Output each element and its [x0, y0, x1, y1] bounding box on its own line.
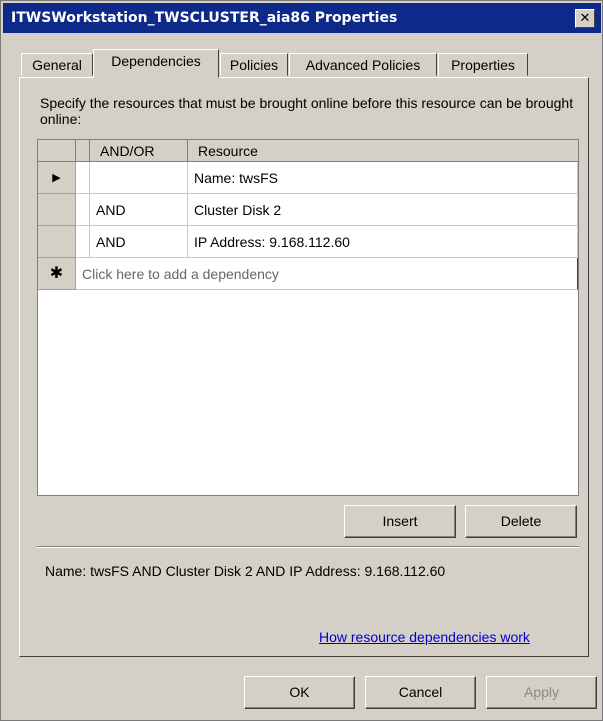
new-row-icon: ✱	[49, 265, 64, 282]
apply-button[interactable]: Apply	[486, 676, 597, 709]
dependencies-grid[interactable]: AND/OR Resource ▶ Name: twsFS AND Cluste…	[37, 139, 579, 496]
separator	[37, 546, 579, 548]
ok-button[interactable]: OK	[244, 676, 355, 709]
dependency-expression: Name: twsFS AND Cluster Disk 2 AND IP Ad…	[45, 563, 446, 579]
tab-properties[interactable]: Properties	[438, 53, 528, 76]
row-spacer	[76, 226, 90, 258]
row-selector[interactable]	[38, 194, 76, 226]
header-spacer	[76, 140, 90, 162]
andor-cell[interactable]: AND	[90, 194, 188, 226]
row-selector[interactable]	[38, 226, 76, 258]
title-bar: ITWSWorkstation_TWSCLUSTER_aia86 Propert…	[3, 3, 601, 33]
row-spacer	[76, 162, 90, 194]
tab-dependencies[interactable]: Dependencies	[93, 49, 219, 78]
row-selector[interactable]: ▶	[38, 162, 76, 194]
apply-button-label: Apply	[523, 684, 560, 700]
delete-button[interactable]: Delete	[465, 505, 577, 538]
resource-cell[interactable]: Name: twsFS	[188, 162, 578, 194]
tab-advanced-policies[interactable]: Advanced Policies	[289, 53, 437, 76]
header-andor[interactable]: AND/OR	[90, 140, 188, 162]
close-icon: ✕	[579, 11, 591, 26]
close-button[interactable]: ✕	[575, 9, 595, 28]
help-link[interactable]: How resource dependencies work	[319, 629, 530, 645]
ok-button-label: OK	[289, 684, 310, 700]
header-row-selector	[38, 140, 76, 162]
row-spacer	[76, 194, 90, 226]
header-resource[interactable]: Resource	[188, 140, 578, 162]
current-row-icon: ▶	[52, 172, 61, 184]
andor-cell[interactable]	[90, 162, 188, 194]
cancel-button[interactable]: Cancel	[365, 676, 476, 709]
tab-policies[interactable]: Policies	[220, 53, 288, 76]
resource-cell[interactable]: Cluster Disk 2	[188, 194, 578, 226]
window-title: ITWSWorkstation_TWSCLUSTER_aia86 Propert…	[11, 10, 398, 26]
tab-policies-label: Policies	[229, 57, 279, 73]
tab-general[interactable]: General	[21, 53, 93, 76]
resource-cell[interactable]: IP Address: 9.168.112.60	[188, 226, 578, 258]
properties-dialog: ITWSWorkstation_TWSCLUSTER_aia86 Propert…	[0, 0, 603, 721]
cancel-button-label: Cancel	[398, 684, 443, 700]
new-row-selector[interactable]: ✱	[38, 258, 76, 290]
instructions-text: Specify the resources that must be broug…	[40, 95, 574, 127]
tab-dependencies-label: Dependencies	[111, 53, 201, 69]
insert-button[interactable]: Insert	[344, 505, 456, 538]
add-dependency-cell[interactable]: Click here to add a dependency	[76, 258, 578, 290]
andor-cell[interactable]: AND	[90, 226, 188, 258]
insert-button-label: Insert	[382, 513, 418, 529]
delete-button-label: Delete	[500, 513, 542, 529]
tab-properties-label: Properties	[451, 57, 515, 73]
tab-general-label: General	[32, 57, 82, 73]
tab-advanced-policies-label: Advanced Policies	[305, 57, 421, 73]
